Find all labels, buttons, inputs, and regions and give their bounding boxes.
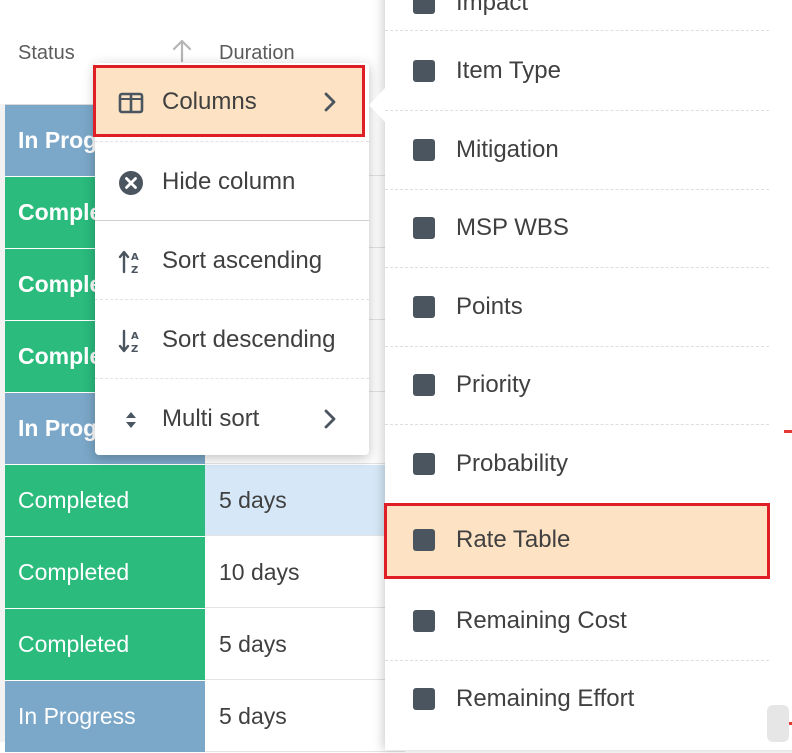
svg-text:A: A xyxy=(131,252,139,263)
divider xyxy=(95,141,369,142)
column-option-mitigation[interactable]: Mitigation xyxy=(385,111,769,189)
checkbox[interactable] xyxy=(413,296,435,318)
checkbox[interactable] xyxy=(413,60,435,82)
column-option-rate-table[interactable]: Rate Table xyxy=(384,501,770,579)
checkbox[interactable] xyxy=(413,453,435,475)
sort-arrow-up-icon[interactable] xyxy=(171,38,193,64)
chevron-right-icon xyxy=(324,409,336,429)
column-option-label: Mitigation xyxy=(456,136,559,163)
column-option-label: Rate Table xyxy=(456,526,571,553)
menu-item-multi-sort[interactable]: Multi sort xyxy=(95,380,369,458)
column-option-remaining-cost[interactable]: Remaining Cost xyxy=(385,582,769,660)
column-option-priority[interactable]: Priority xyxy=(385,346,769,424)
column-option-label: Remaining Effort xyxy=(456,685,635,712)
status-column-header[interactable]: Status xyxy=(18,42,75,65)
duration-column-header[interactable]: Duration xyxy=(219,42,295,65)
menu-item-columns[interactable]: Columns xyxy=(93,63,369,141)
columns-icon xyxy=(118,92,144,114)
svg-text:Z: Z xyxy=(131,344,138,355)
duration-cell[interactable]: 5 days xyxy=(205,609,405,680)
column-option-probability[interactable]: Probability xyxy=(385,425,769,503)
highlight-box xyxy=(384,503,770,579)
duration-cell[interactable]: 10 days xyxy=(205,537,405,608)
menu-item-label: Hide column xyxy=(162,168,296,195)
divider xyxy=(95,220,369,221)
column-option-label: Priority xyxy=(456,371,531,398)
menu-item-sort-descending[interactable]: A Z Sort descending xyxy=(95,301,369,379)
column-option-label: Points xyxy=(456,293,523,320)
checkbox[interactable] xyxy=(413,374,435,396)
submenu-pointer xyxy=(369,88,385,122)
overflow-indicator xyxy=(784,430,792,433)
columns-submenu: Impact Item Type Mitigation MSP WBS Poin… xyxy=(384,0,792,750)
checkbox[interactable] xyxy=(413,139,435,161)
menu-item-label: Columns xyxy=(162,88,257,115)
menu-item-sort-ascending[interactable]: A Z Sort ascending xyxy=(95,222,369,300)
svg-text:Z: Z xyxy=(131,265,138,276)
close-circle-icon xyxy=(119,171,143,195)
divider xyxy=(95,378,369,379)
duration-cell[interactable]: 5 days xyxy=(205,465,405,536)
status-cell[interactable]: Completed xyxy=(5,609,205,680)
sort-updown-icon xyxy=(126,412,136,428)
checkbox[interactable] xyxy=(413,0,435,14)
sort-ascending-icon: A Z xyxy=(118,250,139,276)
checkbox[interactable] xyxy=(413,610,435,632)
column-option-label: Remaining Cost xyxy=(456,607,627,634)
duration-cell[interactable]: 5 days xyxy=(205,681,405,752)
column-context-menu: Columns Hide column A Z Sort ascending A… xyxy=(93,63,369,458)
column-option-label: Item Type xyxy=(456,57,561,84)
divider xyxy=(95,299,369,300)
menu-item-label: Sort ascending xyxy=(162,247,323,274)
menu-item-label: Sort descending xyxy=(162,326,336,353)
menu-item-label: Multi sort xyxy=(162,405,260,432)
column-option-item-type[interactable]: Item Type xyxy=(385,32,769,110)
status-cell[interactable]: Completed xyxy=(5,537,205,608)
checkbox[interactable] xyxy=(413,217,435,239)
column-option-remaining-effort[interactable]: Remaining Effort xyxy=(385,660,769,738)
column-option-label: MSP WBS xyxy=(456,214,569,241)
column-option-label: Probability xyxy=(456,450,569,477)
chevron-right-icon xyxy=(324,92,336,112)
sort-descending-icon: A Z xyxy=(118,329,139,355)
scrollbar-thumb[interactable] xyxy=(767,705,789,742)
checkbox[interactable] xyxy=(413,529,435,551)
column-option-points[interactable]: Points xyxy=(385,268,769,346)
checkbox[interactable] xyxy=(413,688,435,710)
svg-text:A: A xyxy=(131,331,139,342)
column-option-msp-wbs[interactable]: MSP WBS xyxy=(385,189,769,267)
status-cell[interactable]: Completed xyxy=(5,465,205,536)
menu-item-hide-column[interactable]: Hide column xyxy=(95,143,369,221)
status-cell[interactable]: In Progress xyxy=(5,681,205,752)
divider xyxy=(385,30,769,31)
